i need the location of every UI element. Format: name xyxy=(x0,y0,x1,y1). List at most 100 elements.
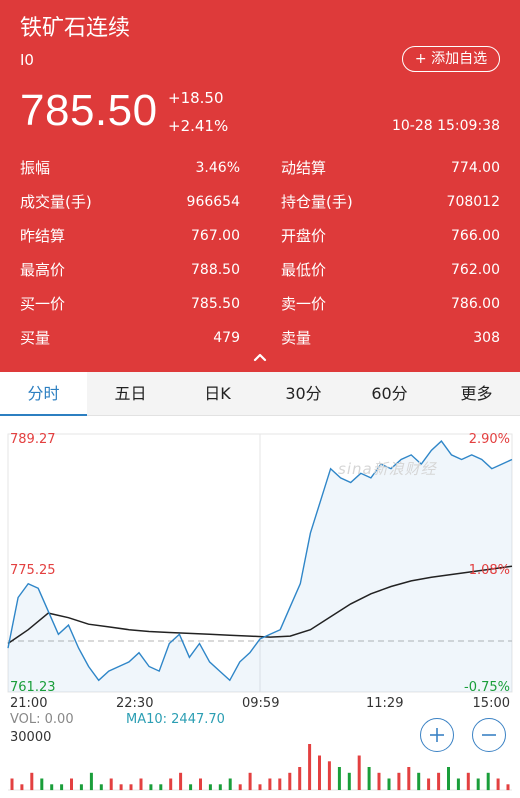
volume-bar xyxy=(189,784,193,791)
volume-bar xyxy=(278,778,282,790)
volume-bar xyxy=(79,784,83,791)
x-axis-label-3: 09:59 xyxy=(242,696,280,711)
stat-label-open-interest: 持仓量(手) xyxy=(281,193,353,211)
volume-bar xyxy=(60,784,64,791)
volume-bar xyxy=(298,767,302,790)
tab-daily-k[interactable]: 日K xyxy=(174,372,261,416)
y-axis-top-label: 789.27 xyxy=(10,432,56,447)
pct-axis-mid-label: 1.08% xyxy=(468,563,510,578)
volume-bar xyxy=(308,744,312,790)
volume-bar xyxy=(506,784,510,791)
stat-label-dynamic-settle: 动结算 xyxy=(281,159,327,177)
volume-bar xyxy=(456,778,460,790)
minus-icon xyxy=(482,734,496,736)
volume-bar xyxy=(427,778,431,790)
volume-bar xyxy=(208,784,212,791)
stat-value-bid-size: 479 xyxy=(213,330,240,346)
volume-bar xyxy=(248,772,252,791)
stat-label-ask: 卖一价 xyxy=(281,295,327,313)
volume-scale-label: 30000 xyxy=(10,730,52,745)
volume-bar xyxy=(347,772,351,791)
tab-30min[interactable]: 30分 xyxy=(260,372,347,416)
volume-bar xyxy=(397,772,401,791)
stat-label-bid: 买一价 xyxy=(20,295,66,313)
intraday-chart[interactable]: sina新浪财经 789.27 2.90% 775.25 1.08% 761.2… xyxy=(0,416,520,798)
zoom-out-button[interactable] xyxy=(472,718,506,752)
ma10-readout: MA10: 2447.70 xyxy=(126,712,225,727)
tab-60min[interactable]: 60分 xyxy=(346,372,433,416)
volume-bar xyxy=(437,772,441,791)
volume-bar xyxy=(496,778,500,790)
volume-readout: VOL: 0.00 xyxy=(10,712,74,727)
volume-bar xyxy=(70,778,73,790)
volume-bar xyxy=(357,755,361,790)
quote-header: 铁矿石连续 I0 + 添加自选 785.50 +18.50 +2.41% 10-… xyxy=(0,0,520,372)
volume-bar xyxy=(199,778,202,790)
volume-bar xyxy=(119,784,123,791)
y-axis-mid-label: 775.25 xyxy=(10,563,56,578)
stat-value-high: 788.50 xyxy=(191,262,240,278)
stat-value-ask-size: 308 xyxy=(473,330,500,346)
volume-bar xyxy=(258,784,262,791)
tab-five-day[interactable]: 五日 xyxy=(87,372,174,416)
stat-value-dynamic-settle: 774.00 xyxy=(451,160,500,176)
volume-bar xyxy=(99,784,103,791)
stat-value-low: 762.00 xyxy=(451,262,500,278)
quote-timestamp: 10-28 15:09:38 xyxy=(391,118,500,134)
stat-value-bid: 785.50 xyxy=(191,296,240,312)
instrument-code: I0 xyxy=(20,51,34,69)
volume-bar xyxy=(10,778,14,790)
volume-bar xyxy=(218,784,222,791)
volume-bar xyxy=(89,772,93,791)
volume-bar xyxy=(327,761,331,791)
volume-bar xyxy=(149,784,153,791)
last-price: 785.50 xyxy=(20,86,158,135)
volume-bar xyxy=(268,778,272,790)
stat-label-bid-size: 买量 xyxy=(20,329,51,347)
volume-bar xyxy=(318,755,321,790)
stat-label-volume: 成交量(手) xyxy=(20,193,92,211)
volume-bar xyxy=(169,778,173,790)
chevron-up-icon[interactable] xyxy=(252,350,268,364)
price-change-percent: +2.41% xyxy=(168,117,229,135)
volume-bar xyxy=(476,778,480,790)
volume-bar xyxy=(228,778,232,790)
volume-bar xyxy=(486,772,490,791)
volume-bar xyxy=(447,767,450,790)
x-axis-label-5: 15:00 xyxy=(472,696,510,711)
stat-value-amplitude: 3.46% xyxy=(195,160,240,176)
stat-label-ask-size: 卖量 xyxy=(281,329,312,347)
stat-value-open: 766.00 xyxy=(451,228,500,244)
volume-bar xyxy=(50,784,54,791)
volume-bar xyxy=(179,772,183,791)
x-axis-label-1: 21:00 xyxy=(10,696,48,711)
tab-more[interactable]: 更多 xyxy=(433,372,520,416)
volume-bar xyxy=(139,778,143,790)
volume-bar xyxy=(238,784,242,791)
volume-bar xyxy=(377,772,381,791)
stat-label-low: 最低价 xyxy=(281,261,327,279)
volume-bar xyxy=(417,772,421,791)
zoom-in-button[interactable] xyxy=(420,718,454,752)
pct-axis-top-label: 2.90% xyxy=(468,432,510,447)
stat-value-volume: 966654 xyxy=(186,194,240,210)
stat-value-open-interest: 708012 xyxy=(446,194,500,210)
sina-watermark: sina新浪财经 xyxy=(338,460,437,478)
x-axis-label-2: 22:30 xyxy=(116,696,154,711)
plus-icon xyxy=(430,728,444,742)
chart-period-tabs: 分时 五日 日K 30分 60分 更多 xyxy=(0,372,520,417)
volume-bar xyxy=(40,778,44,790)
add-to-watchlist-button[interactable]: + 添加自选 xyxy=(402,46,500,72)
stat-value-ask: 786.00 xyxy=(451,296,500,312)
volume-bar xyxy=(20,784,24,791)
stat-value-prev-settle: 767.00 xyxy=(191,228,240,244)
volume-bar xyxy=(387,778,391,790)
volume-bar xyxy=(337,767,341,790)
volume-bar xyxy=(129,784,133,791)
stat-label-prev-settle: 昨结算 xyxy=(20,227,66,245)
tab-intraday[interactable]: 分时 xyxy=(0,372,87,417)
volume-bar xyxy=(288,772,292,791)
x-axis-label-4: 11:29 xyxy=(366,696,404,711)
volume-bar xyxy=(159,784,163,791)
instrument-name: 铁矿石连续 xyxy=(20,16,131,41)
